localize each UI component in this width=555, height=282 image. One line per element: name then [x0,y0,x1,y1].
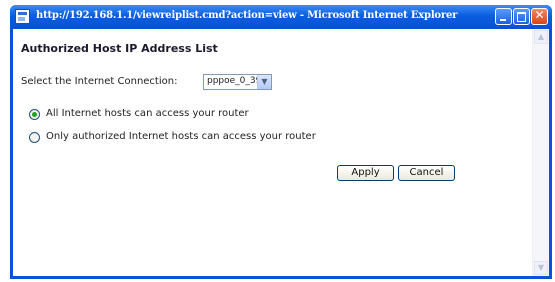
radio-button-all-hosts[interactable] [29,109,40,120]
ie-page-icon [15,9,30,24]
title-bar[interactable]: http://192.168.1.1/viewreiplist.cmd?acti… [10,5,552,29]
close-icon: ✕ [534,8,545,22]
cancel-button[interactable]: Cancel [398,165,455,181]
connection-label: Select the Internet Connection: [21,76,178,87]
maximize-button[interactable] [513,8,530,25]
close-button[interactable]: ✕ [531,8,548,25]
apply-button[interactable]: Apply [337,165,394,181]
chevron-down-icon[interactable]: ▼ [257,75,271,89]
radio-label-all-hosts: All Internet hosts can access your route… [46,108,249,119]
connection-select[interactable]: pppoe_0_39_1 ▼ [203,74,272,90]
radio-button-authorized-hosts[interactable] [29,132,40,143]
scroll-up-arrow-icon[interactable]: ▲ [534,30,548,44]
page-title: Authorized Host IP Address List [21,42,218,55]
vertical-scrollbar[interactable]: ▲ ▼ [532,29,549,276]
browser-window: http://192.168.1.1/viewreiplist.cmd?acti… [10,5,552,279]
scroll-down-arrow-icon[interactable]: ▼ [534,261,548,275]
radio-label-authorized-hosts: Only authorized Internet hosts can acces… [46,131,316,142]
page-content: Authorized Host IP Address List Select t… [13,29,549,276]
minimize-button[interactable] [495,8,512,25]
window-title: http://192.168.1.1/viewreiplist.cmd?acti… [36,10,458,21]
